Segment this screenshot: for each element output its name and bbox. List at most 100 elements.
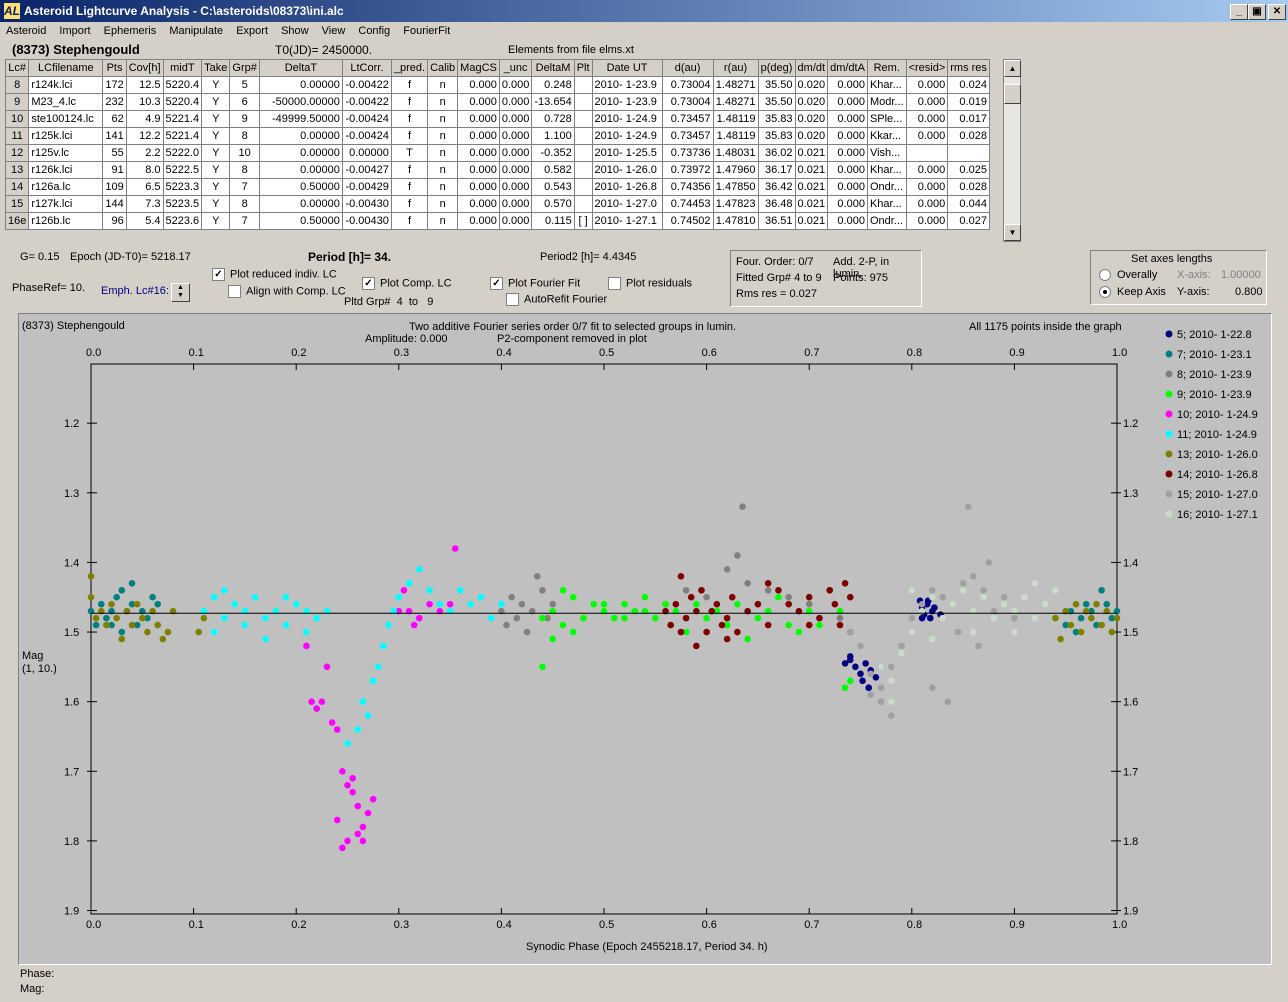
grp-from[interactable]: 4 [397, 296, 403, 308]
table-cell[interactable] [573, 144, 593, 162]
table-cell[interactable]: 2010- 1-27.0 [591, 195, 663, 213]
table-cell[interactable]: 10.3 [125, 93, 164, 111]
period-param[interactable]: Period [h]= 34. [308, 250, 391, 264]
table-cell[interactable]: 0.000 [827, 161, 868, 179]
scroll-up-icon[interactable]: ▲ [1004, 60, 1021, 77]
table-cell[interactable]: 0.00000 [258, 76, 343, 94]
table-cell[interactable]: 0.000 [498, 144, 533, 162]
table-cell[interactable]: 1.48271 [712, 93, 759, 111]
table-cell[interactable]: Modr... [866, 93, 907, 111]
table-cell[interactable]: 0.73972 [661, 161, 714, 179]
table-cell[interactable]: 62 [102, 110, 127, 128]
table-cell[interactable]: n [427, 76, 459, 94]
table-cell[interactable] [573, 195, 593, 213]
emph-spinner[interactable]: ▲ ▼ [171, 283, 190, 302]
table-cell[interactable]: 0.000 [457, 110, 500, 128]
table-cell[interactable]: 0.020 [794, 93, 829, 111]
table-cell[interactable]: 1.100 [531, 127, 575, 145]
menu-ephemeris[interactable]: Ephemeris [98, 22, 161, 37]
column-header[interactable]: <resid> [905, 59, 949, 77]
table-cell[interactable]: 172 [102, 76, 127, 94]
table-cell[interactable]: 0.000 [457, 212, 500, 230]
row-header[interactable]: 15 [4, 195, 30, 213]
table-cell[interactable]: r126b.lc [28, 212, 104, 230]
table-cell[interactable]: r127k.lci [28, 195, 104, 213]
column-header[interactable]: DeltaT [258, 59, 343, 77]
table-cell[interactable]: f [390, 212, 429, 230]
table-cell[interactable]: 2010- 1-26.0 [591, 161, 663, 179]
table-cell[interactable] [573, 178, 593, 196]
table-cell[interactable]: 5221.4 [162, 127, 203, 145]
table-cell[interactable]: 0.000 [827, 178, 868, 196]
table-cell[interactable]: M23_4.lc [28, 93, 104, 111]
table-cell[interactable] [573, 127, 593, 145]
table-cell[interactable]: 0.000 [498, 161, 533, 179]
table-cell[interactable]: 0.000 [457, 178, 500, 196]
column-header[interactable]: r(au) [712, 59, 759, 77]
table-cell[interactable]: 2010- 1-26.8 [591, 178, 663, 196]
menu-config[interactable]: Config [352, 22, 394, 37]
table-cell[interactable]: 1.47810 [712, 212, 759, 230]
table-cell[interactable]: r126k.lci [28, 161, 104, 179]
table-cell[interactable]: 9 [229, 110, 260, 128]
table-cell[interactable]: 0.000 [905, 93, 949, 111]
column-header[interactable]: Rem. [866, 59, 907, 77]
table-cell[interactable]: -49999.50000 [258, 110, 343, 128]
table-cell[interactable]: 35.50 [757, 76, 796, 94]
table-cell[interactable]: 0.73004 [661, 76, 714, 94]
table-cell[interactable]: 0.028 [947, 127, 990, 145]
column-header[interactable]: rms res [947, 59, 990, 77]
table-cell[interactable]: 0.021 [794, 195, 829, 213]
table-cell[interactable]: 0.024 [947, 76, 990, 94]
maximize-button[interactable]: ▣ [1248, 4, 1266, 20]
table-cell[interactable]: Y [201, 127, 231, 145]
table-cell[interactable]: 12.2 [125, 127, 164, 145]
table-cell[interactable]: 0.020 [794, 76, 829, 94]
table-cell[interactable]: 0.000 [905, 195, 949, 213]
table-cell[interactable]: 0.000 [905, 110, 949, 128]
table-cell[interactable]: 5223.6 [162, 212, 203, 230]
table-cell[interactable]: 0.000 [498, 178, 533, 196]
table-cell[interactable]: 0.019 [947, 93, 990, 111]
column-header[interactable]: d(au) [661, 59, 714, 77]
table-cell[interactable]: 0.044 [947, 195, 990, 213]
table-cell[interactable]: -13.654 [531, 93, 575, 111]
table-cell[interactable]: 6.5 [125, 178, 164, 196]
plot-residuals-checkbox[interactable]: Plot residuals [608, 277, 692, 290]
table-cell[interactable]: -0.00422 [341, 93, 392, 111]
table-cell[interactable]: Y [201, 178, 231, 196]
table-row[interactable]: 16e r126b.lc 96 5.4 5223.6 Y 7 0.50000 -0.00430 f… [4, 212, 990, 230]
table-cell[interactable] [573, 93, 593, 111]
table-cell[interactable]: 0.73004 [661, 93, 714, 111]
table-cell[interactable]: -0.352 [531, 144, 575, 162]
table-row[interactable]: 14 r126a.lc 109 6.5 5223.3 Y 7 0.50000 -0.00429 f… [4, 178, 990, 196]
table-cell[interactable]: Khar... [866, 76, 907, 94]
table-cell[interactable]: n [427, 127, 459, 145]
table-cell[interactable]: 7 [229, 178, 260, 196]
overally-radio[interactable]: Overally [1099, 269, 1157, 282]
table-row[interactable]: 8 r124k.lci 172 12.5 5220.4 Y 5 0.00000 -0.00422… [4, 76, 990, 94]
table-cell[interactable]: 8 [229, 161, 260, 179]
table-cell[interactable]: -0.00424 [341, 110, 392, 128]
table-cell[interactable]: 0.000 [457, 144, 500, 162]
table-cell[interactable]: 0.020 [794, 110, 829, 128]
table-cell[interactable]: 2.2 [125, 144, 164, 162]
minimize-button[interactable]: _ [1230, 4, 1248, 20]
column-header[interactable]: _unc [498, 59, 533, 77]
table-cell[interactable]: 0.582 [531, 161, 575, 179]
table-cell[interactable]: n [427, 161, 459, 179]
table-cell[interactable]: 0.248 [531, 76, 575, 94]
table-cell[interactable] [905, 144, 949, 162]
column-header[interactable]: DeltaM [531, 59, 575, 77]
table-cell[interactable]: 1.47823 [712, 195, 759, 213]
table-cell[interactable]: 109 [102, 178, 127, 196]
table-cell[interactable]: 2010- 1-27.1 [591, 212, 663, 230]
table-cell[interactable]: ste100124.lc [28, 110, 104, 128]
table-cell[interactable]: 10 [229, 144, 260, 162]
table-cell[interactable]: 0.021 [794, 212, 829, 230]
table-cell[interactable]: 5.4 [125, 212, 164, 230]
table-cell[interactable]: 0.543 [531, 178, 575, 196]
column-header[interactable]: dm/dtA [827, 59, 868, 77]
table-cell[interactable]: Kkar... [866, 127, 907, 145]
table-cell[interactable]: Ondr... [866, 178, 907, 196]
